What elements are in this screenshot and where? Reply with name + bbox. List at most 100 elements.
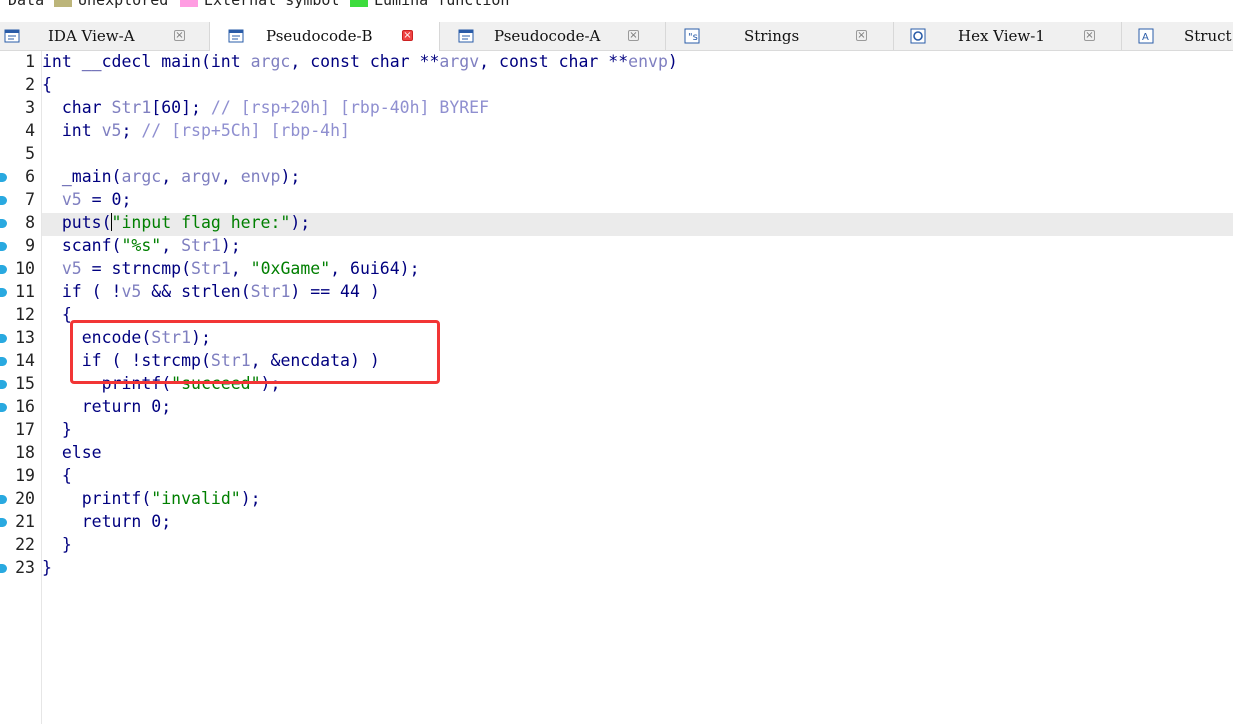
hex-view-icon: [910, 28, 926, 44]
code-line[interactable]: 16 return 0;: [0, 396, 1233, 419]
tab-strings[interactable]: "s Strings ×: [666, 22, 894, 50]
line-number: 17: [15, 420, 35, 439]
annotation-highlight-box: [70, 320, 440, 384]
legend-item-data: Data: [8, 0, 44, 9]
close-icon[interactable]: ×: [856, 30, 867, 41]
code-text[interactable]: }: [42, 535, 72, 554]
legend-swatch-external-symbol: [180, 0, 198, 7]
code-text[interactable]: {: [42, 466, 72, 485]
legend-label: Unexplored: [78, 0, 169, 9]
line-number: 1: [25, 52, 35, 71]
legend-label: External symbol: [204, 0, 340, 9]
code-text[interactable]: v5 = 0;: [42, 190, 132, 209]
tab-bar: IDA View-A × Pseudocode-B × Pseudocode-A…: [0, 22, 1233, 51]
code-text[interactable]: return 0;: [42, 512, 171, 531]
line-number: 7: [25, 190, 35, 209]
line-number: 19: [15, 466, 35, 485]
code-line[interactable]: 11 if ( !v5 && strlen(Str1) == 44 ): [0, 281, 1233, 304]
line-number: 22: [15, 535, 35, 554]
legend-item-unexplored: Unexplored: [54, 0, 168, 9]
line-number: 8: [25, 213, 35, 232]
legend-bar: Data Unexplored External symbol Lumina f…: [0, 0, 1233, 11]
pseudocode-editor[interactable]: 1 int __cdecl main(int argc, const char …: [0, 51, 1233, 724]
code-text[interactable]: puts("input flag here:");: [42, 213, 310, 232]
code-text[interactable]: if ( !v5 && strlen(Str1) == 44 ): [42, 282, 380, 301]
line-number: 16: [15, 397, 35, 416]
code-line[interactable]: 1 int __cdecl main(int argc, const char …: [0, 51, 1233, 74]
code-line[interactable]: 6 _main(argc, argv, envp);: [0, 166, 1233, 189]
code-text[interactable]: v5 = strncmp(Str1, "0xGame", 6ui64);: [42, 259, 420, 278]
code-text[interactable]: char Str1[60]; // [rsp+20h] [rbp-40h] BY…: [42, 98, 489, 117]
strings-icon: "s: [684, 28, 700, 44]
code-line[interactable]: 3 char Str1[60]; // [rsp+20h] [rbp-40h] …: [0, 97, 1233, 120]
line-number: 6: [25, 167, 35, 186]
code-text[interactable]: else: [42, 443, 102, 462]
line-number: 12: [15, 305, 35, 324]
tab-label: Pseudocode-B: [266, 27, 373, 45]
line-number: 21: [15, 512, 35, 531]
legend-label: Lumina function: [374, 0, 510, 9]
line-number: 2: [25, 75, 35, 94]
close-icon[interactable]: ×: [1084, 30, 1095, 41]
code-text[interactable]: printf("invalid");: [42, 489, 261, 508]
line-number: 15: [15, 374, 35, 393]
line-number: 14: [15, 351, 35, 370]
tab-label: Pseudocode-A: [494, 27, 601, 45]
legend-item-lumina-function: Lumina function: [350, 0, 509, 9]
svg-text:A: A: [1142, 32, 1149, 43]
code-line[interactable]: 17 }: [0, 419, 1233, 442]
line-number: 23: [15, 558, 35, 577]
close-icon[interactable]: ×: [402, 30, 413, 41]
code-line[interactable]: 2 {: [0, 74, 1233, 97]
code-line[interactable]: 10 v5 = strncmp(Str1, "0xGame", 6ui64);: [0, 258, 1233, 281]
code-line[interactable]: 7 v5 = 0;: [0, 189, 1233, 212]
code-text[interactable]: {: [42, 305, 72, 324]
tab-label: Strings: [744, 27, 800, 45]
code-text[interactable]: _main(argc, argv, envp);: [42, 167, 301, 186]
line-number: 13: [15, 328, 35, 347]
code-text[interactable]: scanf("%s", Str1);: [42, 236, 241, 255]
code-line-current[interactable]: 8 puts("input flag here:");: [0, 212, 1233, 235]
pseudocode-icon: [458, 29, 474, 43]
tab-structures[interactable]: A Struct: [1122, 22, 1233, 50]
close-icon[interactable]: ×: [628, 30, 639, 41]
code-line[interactable]: 23 }: [0, 557, 1233, 580]
tab-label: Struct: [1184, 27, 1232, 45]
pseudocode-icon: [228, 29, 244, 43]
code-text[interactable]: int v5; // [rsp+5Ch] [rbp-4h]: [42, 121, 350, 140]
legend-swatch-lumina-function: [350, 0, 368, 7]
code-line[interactable]: 5: [0, 143, 1233, 166]
line-number: 9: [25, 236, 35, 255]
ida-view-icon: [4, 29, 20, 43]
code-text[interactable]: {: [42, 75, 52, 94]
tab-label: Hex View-1: [958, 27, 1045, 45]
code-line[interactable]: 20 printf("invalid");: [0, 488, 1233, 511]
line-number: 20: [15, 489, 35, 508]
code-line[interactable]: 4 int v5; // [rsp+5Ch] [rbp-4h]: [0, 120, 1233, 143]
tab-hex-view-1[interactable]: Hex View-1 ×: [894, 22, 1122, 50]
code-text[interactable]: return 0;: [42, 397, 171, 416]
structures-icon: A: [1138, 28, 1154, 44]
line-number: 3: [25, 98, 35, 117]
legend-label: Data: [8, 0, 45, 9]
code-line[interactable]: 9 scanf("%s", Str1);: [0, 235, 1233, 258]
code-text[interactable]: }: [42, 558, 52, 577]
tab-pseudocode-b[interactable]: Pseudocode-B ×: [210, 22, 440, 51]
line-number: 18: [15, 443, 35, 462]
tab-label: IDA View-A: [48, 27, 135, 45]
code-text[interactable]: int __cdecl main(int argc, const char **…: [42, 52, 678, 71]
code-text[interactable]: }: [42, 420, 72, 439]
tab-pseudocode-a[interactable]: Pseudocode-A ×: [440, 22, 666, 50]
tab-ida-view-a[interactable]: IDA View-A ×: [0, 22, 210, 50]
legend-swatch-unexplored: [54, 0, 72, 7]
line-number: 4: [25, 121, 35, 140]
code-line[interactable]: 22 }: [0, 534, 1233, 557]
svg-text:"s: "s: [688, 32, 698, 43]
close-icon[interactable]: ×: [174, 30, 185, 41]
code-line[interactable]: 21 return 0;: [0, 511, 1233, 534]
code-line[interactable]: 18 else: [0, 442, 1233, 465]
line-number: 5: [25, 144, 35, 163]
line-number: 10: [15, 259, 35, 278]
legend-item-external-symbol: External symbol: [180, 0, 339, 9]
code-line[interactable]: 19 {: [0, 465, 1233, 488]
